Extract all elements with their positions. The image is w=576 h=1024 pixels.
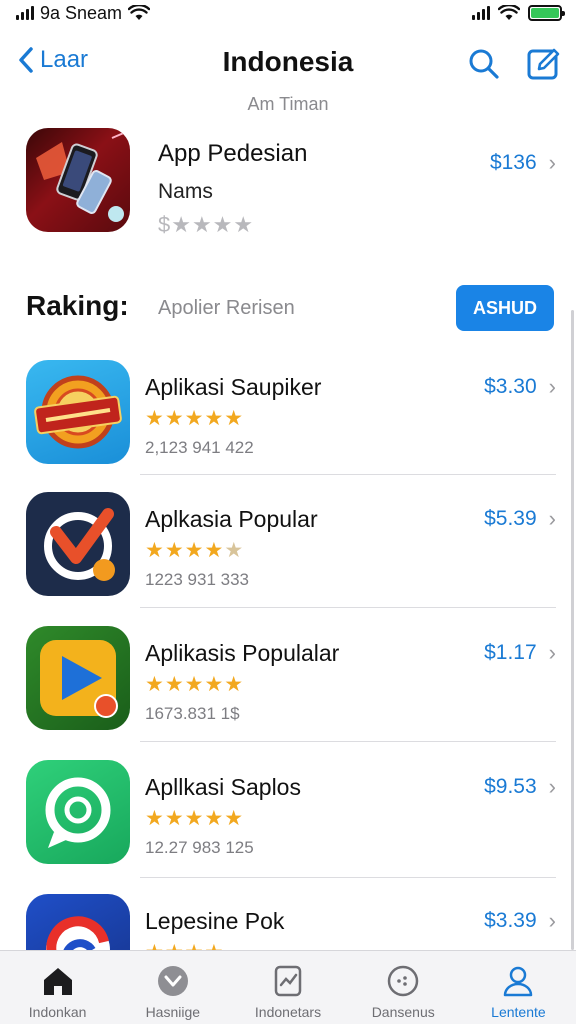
app-rating-count: 1223 931 333 <box>145 570 249 589</box>
navigation-bar: Laar Indonesia <box>0 36 576 92</box>
tab-account[interactable]: Lentente <box>461 951 576 1024</box>
game-badge-icon <box>34 375 122 449</box>
tab-featured[interactable]: Hasniige <box>115 951 230 1024</box>
chat-bubble-icon <box>45 777 111 848</box>
app-name: Aplikasi Saupiker <box>145 374 322 400</box>
app-price-row[interactable]: $3.30 › <box>484 374 556 400</box>
app-rating: ★★★★★ <box>145 407 245 430</box>
app-icon <box>26 760 130 864</box>
wifi-icon <box>498 5 520 20</box>
tab-home[interactable]: Indonkan <box>0 951 115 1024</box>
status-bar: 9a Sneam <box>0 0 576 26</box>
chevron-left-icon <box>19 47 33 73</box>
chart-doc-icon <box>274 965 302 997</box>
featured-app-price[interactable]: $136 <box>490 151 537 175</box>
list-item[interactable]: Lepesine Pok ★★★★ $3.39 › <box>0 894 576 950</box>
app-name: Apllkasi Saplos <box>145 774 301 800</box>
app-rating-count: 12.27 983 125 <box>145 838 254 857</box>
app-rating: ★★★★★ <box>145 673 245 696</box>
tab-charts[interactable]: Indonetars <box>230 951 345 1024</box>
play-icon <box>40 640 118 718</box>
compose-icon[interactable] <box>526 46 562 82</box>
chevron-right-icon: › <box>548 150 556 175</box>
app-price[interactable]: $3.30 <box>484 375 537 399</box>
battery-icon <box>528 5 565 21</box>
app-price-row[interactable]: $1.17 › <box>484 640 556 666</box>
dots-circle-icon <box>387 965 419 997</box>
cell-signal-icon <box>472 6 490 20</box>
featured-app-rating: $★★★★ <box>158 212 255 237</box>
app-icon <box>26 360 130 464</box>
search-icon[interactable] <box>466 46 502 82</box>
app-icon <box>26 894 130 950</box>
featured-app-icon[interactable] <box>26 128 130 232</box>
swirl-icon <box>46 916 110 950</box>
home-icon <box>43 968 72 995</box>
status-right <box>472 5 565 21</box>
back-button[interactable]: Laar <box>18 46 88 74</box>
tab-search[interactable]: Dansenus <box>346 951 461 1024</box>
section-subtitle: Apolier Rerisen <box>158 297 295 319</box>
app-price[interactable]: $3.39 <box>484 909 537 933</box>
chevron-right-icon: › <box>548 374 556 399</box>
featured-app-developer: Nams <box>158 180 213 203</box>
tab-label: Lentente <box>491 1004 546 1020</box>
status-left: 9a Sneam <box>16 2 151 24</box>
app-rating-count: 1673.831 1$ <box>145 704 240 723</box>
app-price[interactable]: $5.39 <box>484 507 537 531</box>
divider <box>140 877 556 878</box>
featured-app-name[interactable]: App Pedesian <box>158 140 307 168</box>
tab-label: Indonetars <box>254 1004 322 1020</box>
person-icon <box>504 966 533 997</box>
chevron-circle-icon <box>157 966 188 996</box>
divider <box>140 474 556 475</box>
app-icon <box>26 626 130 730</box>
tab-label: Dansenus <box>371 1004 435 1020</box>
section-title: Raking: <box>26 290 129 321</box>
signal-icon <box>16 6 34 20</box>
list-item[interactable]: Aplkasia Popular ★★★★★ 1223 931 333 $5.3… <box>0 492 576 626</box>
section-action-button[interactable]: ASHUD <box>456 285 554 331</box>
app-icon <box>26 492 130 596</box>
chevron-right-icon: › <box>548 506 556 531</box>
app-price[interactable]: $1.17 <box>484 641 537 665</box>
list-item[interactable]: Aplikasis Populalar ★★★★★ 1673.831 1$ $1… <box>0 626 576 760</box>
tab-label: Indonkan <box>28 1004 87 1020</box>
page-subtitle: Am Timan <box>247 94 329 114</box>
app-price-row[interactable]: $3.39 › <box>484 908 556 934</box>
chevron-right-icon: › <box>548 908 556 933</box>
app-rating-count: 2,123 941 422 <box>145 438 254 457</box>
list-item[interactable]: Apllkasi Saplos ★★★★★ 12.27 983 125 $9.5… <box>0 760 576 894</box>
app-rating: ★★★★★ <box>145 807 245 830</box>
app-name: Aplikasis Populalar <box>145 640 340 666</box>
chevron-right-icon: › <box>548 640 556 665</box>
check-ring-icon <box>44 508 115 581</box>
wifi-icon <box>128 5 151 20</box>
app-rating: ★★★★★ <box>145 539 245 562</box>
phone-art-icon <box>36 131 127 222</box>
tab-bar: Indonkan Hasniige Indonetars Dansenus Le… <box>0 950 576 1024</box>
divider <box>140 607 556 608</box>
app-name: Aplkasia Popular <box>145 506 318 532</box>
chevron-right-icon: › <box>548 774 556 799</box>
app-rating: ★★★★ <box>145 940 224 950</box>
app-price-row[interactable]: $9.53 › <box>484 774 556 800</box>
app-name: Lepesine Pok <box>145 908 285 934</box>
back-label: Laar <box>40 46 89 73</box>
status-time: 9a Sneam <box>40 2 123 23</box>
featured-price-row[interactable]: $136 › <box>490 150 556 176</box>
app-price[interactable]: $9.53 <box>484 775 537 799</box>
scrollbar[interactable] <box>571 310 574 950</box>
divider <box>140 741 556 742</box>
tab-label: Hasniige <box>145 1004 201 1020</box>
app-price-row[interactable]: $5.39 › <box>484 506 556 532</box>
